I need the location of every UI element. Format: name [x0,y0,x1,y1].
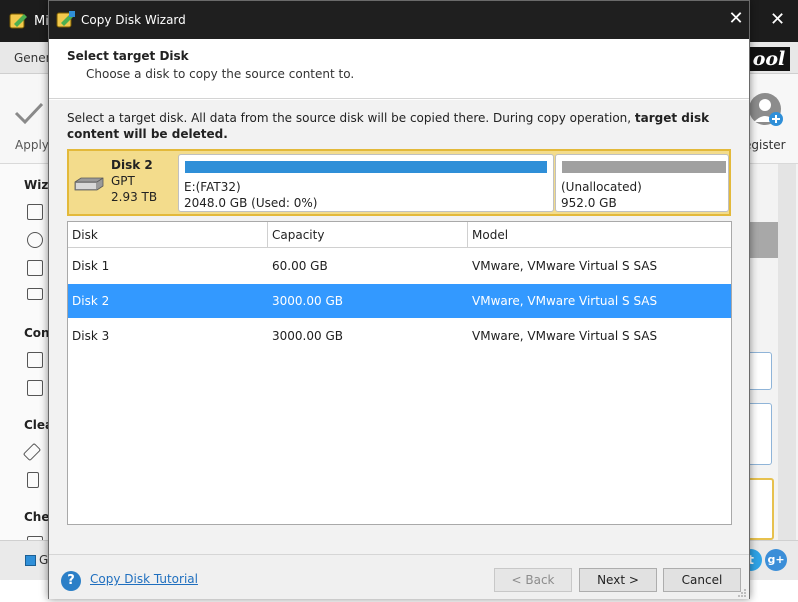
cell-disk: Disk 1 [72,259,110,273]
cell-model: VMware, VMware Virtual S SAS [472,329,658,343]
step-heading: Select target Disk [67,49,189,63]
help-icon[interactable]: ? [61,571,81,591]
copy-disk-wizard-dialog: Copy Disk Wizard ✕ Select target Disk Ch… [48,0,750,599]
cell-capacity: 3000.00 GB [272,294,343,308]
sidebar-tool-icon[interactable] [27,288,43,300]
eraser-icon[interactable] [22,442,42,462]
google-plus-icon[interactable]: g+ [765,549,787,571]
disk-map-partition-style: GPT [111,174,135,188]
unallocated-bar [562,161,726,173]
background-app-title: Mi [34,14,49,29]
selected-disk-map[interactable]: Disk 2 GPT 2.93 TB E:(FAT32) 2048.0 GB (… [67,149,731,216]
background-scrollbar[interactable] [778,164,796,544]
unallocated-block[interactable]: (Unallocated) 952.0 GB [555,154,729,212]
dialog-header: Select target Disk Choose a disk to copy… [49,39,749,99]
dialog-titlebar[interactable]: Copy Disk Wizard ✕ [49,1,749,39]
hard-disk-icon [74,177,104,191]
dialog-footer: ? Copy Disk Tutorial < Back Next > Cance… [49,554,749,599]
table-row[interactable]: Disk 3 3000.00 GB VMware, VMware Virtual… [68,319,731,353]
partition-block[interactable]: E:(FAT32) 2048.0 GB (Used: 0%) [178,154,554,212]
instruction-end: . [223,127,228,141]
sidebar-section-check: Che [24,510,50,524]
step-subheading: Choose a disk to copy the source content… [86,67,355,81]
cancel-button[interactable]: Cancel [663,568,741,592]
resize-grip-icon[interactable] [737,588,747,598]
column-header-disk[interactable]: Disk [68,222,268,248]
apply-label[interactable]: Apply [15,138,49,152]
legend-text: G [39,553,49,567]
app-logo-icon [56,11,75,28]
next-button[interactable]: Next > [579,568,657,592]
background-close-icon[interactable]: ✕ [770,9,785,30]
table-row[interactable]: Disk 1 60.00 GB VMware, VMware Virtual S… [68,249,731,283]
disk-map-name: Disk 2 [111,158,153,172]
apply-checkmark-icon[interactable] [12,96,46,130]
partition-usage-bar [185,161,547,173]
trash-icon[interactable] [27,472,39,488]
sidebar-section-wizard: Wiz [24,178,49,192]
cell-capacity: 3000.00 GB [272,329,343,343]
column-header-model[interactable]: Model [468,222,730,248]
table-header: Disk Capacity Model [68,222,731,248]
cell-model: VMware, VMware Virtual S SAS [472,259,658,273]
dialog-title: Copy Disk Wizard [81,13,186,27]
sidebar-tool-icon[interactable] [27,204,43,220]
menu-general[interactable]: Gener [14,51,51,65]
disk-map-size: 2.93 TB [111,190,158,204]
instruction-normal: Select a target disk. All data from the … [67,111,635,125]
app-logo-icon [9,13,27,29]
dialog-body: Select a target disk. All data from the … [49,100,749,554]
back-button[interactable]: < Back [494,568,572,592]
sidebar-tool-icon[interactable] [27,260,43,276]
instruction-text: Select a target disk. All data from the … [67,110,727,142]
partition-label: E:(FAT32) [184,180,241,194]
sidebar-tool-icon[interactable] [27,232,43,248]
partition-detail: 2048.0 GB (Used: 0%) [184,196,318,210]
partition-detail: 952.0 GB [561,196,617,210]
sidebar-section-convert: Con [24,326,50,340]
background-sidebar: Wiz Con Clea Che [0,164,53,554]
background-disk-block [750,222,778,258]
copy-disk-tutorial-link[interactable]: Copy Disk Tutorial [90,572,198,586]
column-header-capacity[interactable]: Capacity [268,222,468,248]
register-user-icon[interactable] [748,92,784,128]
close-icon[interactable]: ✕ [725,8,747,30]
legend-swatch [25,555,36,566]
register-label[interactable]: egister [744,138,786,152]
cell-model: VMware, VMware Virtual S SAS [472,294,658,308]
cell-capacity: 60.00 GB [272,259,328,273]
sidebar-tool-icon[interactable] [27,380,43,396]
cell-disk: Disk 3 [72,329,110,343]
cell-disk: Disk 2 [72,294,110,308]
table-row[interactable]: Disk 2 3000.00 GB VMware, VMware Virtual… [68,284,731,318]
partition-label: (Unallocated) [561,180,642,194]
sidebar-tool-icon[interactable] [27,352,43,368]
target-disk-table: Disk Capacity Model Disk 1 60.00 GB VMwa… [67,221,732,525]
brand-logo: ool [748,47,790,71]
